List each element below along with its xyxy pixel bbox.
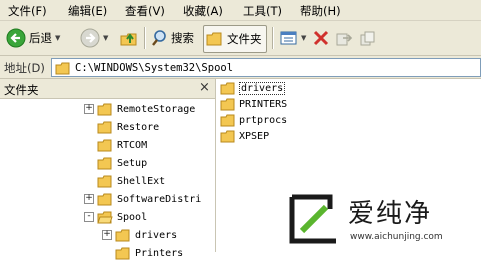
back-label: 后退: [29, 31, 52, 45]
up-folder-icon: [120, 33, 137, 46]
folder-icon: [97, 157, 112, 170]
folders-label: 文件夹: [227, 32, 262, 46]
address-label: 地址(D): [4, 61, 45, 75]
tree-item-label: ShellExt: [117, 175, 166, 187]
folder-icon: [55, 62, 70, 74]
back-dropdown-icon[interactable]: ▼: [55, 34, 60, 42]
forward-arrow-icon: [80, 28, 100, 48]
menu-favorites[interactable]: 收藏(A): [183, 3, 223, 19]
file-list-item[interactable]: drivers: [220, 80, 286, 96]
folder-icon: [97, 121, 112, 134]
views-button[interactable]: ▼: [280, 25, 306, 51]
folders-button[interactable]: 文件夹: [203, 25, 267, 53]
folder-icon: [220, 130, 235, 143]
file-list-item-label: PRINTERS: [239, 98, 288, 110]
back-button[interactable]: 后退 ▼: [6, 25, 60, 51]
tree-item-label: SoftwareDistri: [117, 193, 202, 205]
folders-pane-title: 文件夹: [4, 83, 39, 97]
menu-bar: 文件(F) 编辑(E) 查看(V) 收藏(A) 工具(T) 帮助(H): [0, 0, 481, 21]
folder-icon: [97, 139, 112, 152]
tree-item[interactable]: Spool: [97, 208, 147, 226]
collapse-icon[interactable]: -: [84, 212, 94, 222]
folders-pane: 文件夹 × + RemoteStorage Restore RTCOM Setu…: [0, 79, 216, 260]
views-icon: [280, 31, 297, 45]
tree-item-label: drivers: [135, 229, 178, 241]
watermark: 爱纯净 www.aichunjing.com: [282, 188, 481, 252]
watermark-brand: 爱纯净: [348, 199, 433, 229]
watermark-logo-icon: [289, 194, 336, 244]
file-list-item-label: drivers: [239, 81, 286, 95]
menu-view[interactable]: 查看(V): [125, 3, 165, 19]
move-to-icon: [336, 33, 353, 46]
folder-icon: [220, 98, 235, 111]
copy-to-icon: [360, 31, 375, 46]
search-label: 搜索: [171, 31, 194, 45]
open-folder-icon: [97, 211, 113, 224]
folders-icon: [206, 32, 222, 46]
watermark-url: www.aichunjing.com: [350, 232, 443, 242]
file-list-item[interactable]: XPSEP: [220, 128, 269, 144]
folder-icon: [97, 103, 112, 116]
folder-icon: [97, 193, 112, 206]
delete-x-icon: [313, 30, 329, 46]
expand-icon[interactable]: +: [84, 194, 94, 204]
tree-item[interactable]: drivers: [115, 226, 177, 244]
file-list-item-label: prtprocs: [239, 114, 288, 126]
close-icon[interactable]: ×: [199, 80, 210, 95]
move-to-button[interactable]: [335, 25, 353, 51]
tree-item[interactable]: RemoteStorage: [97, 100, 195, 118]
folder-icon: [220, 114, 235, 127]
file-list-item[interactable]: PRINTERS: [220, 96, 287, 112]
tree-item[interactable]: RTCOM: [97, 136, 147, 154]
search-button[interactable]: 搜索: [150, 25, 194, 51]
folder-icon: [115, 247, 130, 260]
address-field[interactable]: C:\WINDOWS\System32\Spool: [51, 58, 481, 77]
tree-item-label: Setup: [117, 157, 148, 169]
menu-file[interactable]: 文件(F): [8, 3, 47, 19]
expand-icon[interactable]: +: [84, 104, 94, 114]
folder-icon: [220, 82, 235, 95]
forward-dropdown-icon[interactable]: ▼: [103, 34, 108, 42]
expand-icon[interactable]: +: [102, 230, 112, 240]
tree-item-label: RemoteStorage: [117, 103, 196, 115]
tree-item[interactable]: SoftwareDistri: [97, 190, 201, 208]
tree-item[interactable]: ShellExt: [97, 172, 165, 190]
tree-item-label: RTCOM: [117, 139, 148, 151]
tree-item[interactable]: Setup: [97, 154, 147, 172]
file-list-item[interactable]: prtprocs: [220, 112, 287, 128]
forward-button[interactable]: ▼: [80, 25, 108, 51]
tree-item-label: Spool: [117, 211, 148, 223]
toolbar-separator: [144, 27, 146, 49]
toolbar-separator: [272, 27, 274, 49]
file-list-item-label: XPSEP: [239, 130, 270, 142]
menu-help[interactable]: 帮助(H): [300, 3, 341, 19]
folders-pane-header: 文件夹 ×: [0, 79, 215, 99]
address-bar: 地址(D) C:\WINDOWS\System32\Spool: [0, 56, 481, 79]
copy-to-button[interactable]: [359, 25, 377, 51]
tree-item-label: Restore: [117, 121, 160, 133]
folder-icon: [97, 175, 112, 188]
tree-item-label: Printers: [135, 247, 184, 259]
toolbar: 后退 ▼ ▼ 搜索 文件夹 ▼: [0, 21, 481, 56]
address-path: C:\WINDOWS\System32\Spool: [75, 61, 234, 74]
menu-edit[interactable]: 编辑(E): [68, 3, 107, 19]
views-dropdown-icon[interactable]: ▼: [301, 34, 306, 42]
back-arrow-icon: [6, 28, 26, 48]
folder-icon: [115, 229, 130, 242]
tree-item[interactable]: Restore: [97, 118, 159, 136]
up-folder-button[interactable]: [119, 25, 139, 51]
menu-tools[interactable]: 工具(T): [243, 3, 282, 19]
delete-button[interactable]: [312, 25, 330, 51]
tree-item[interactable]: Printers: [115, 244, 183, 262]
search-icon: [152, 30, 166, 46]
